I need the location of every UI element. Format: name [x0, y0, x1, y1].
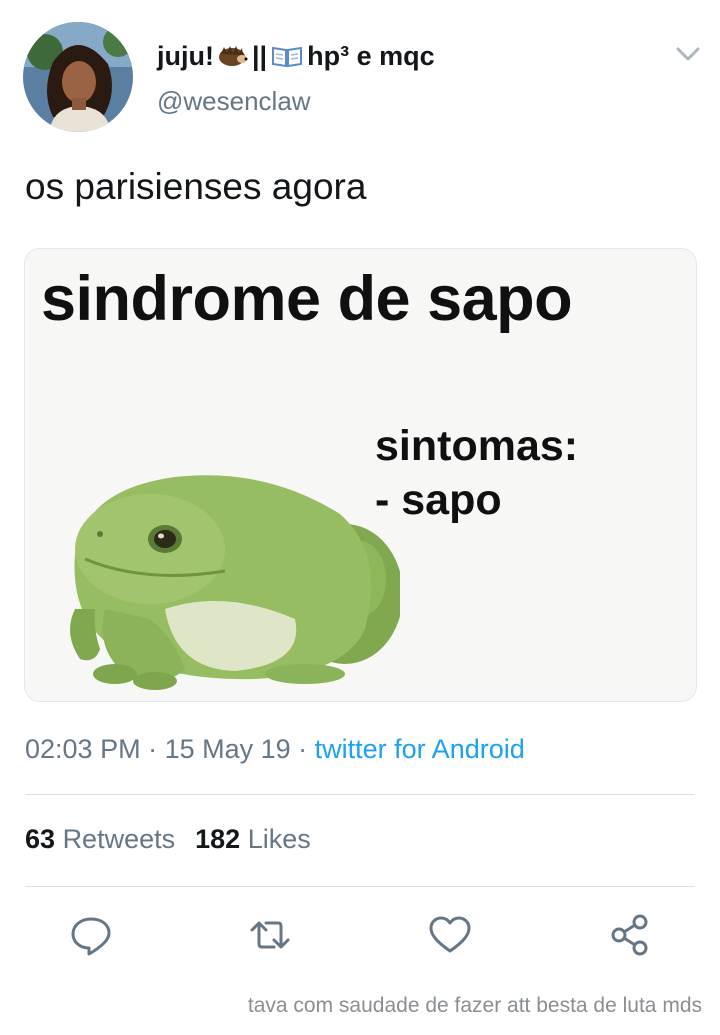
tweet-text: os parisienses agora: [25, 166, 367, 207]
frog-illustration: [55, 459, 403, 699]
tweet-image[interactable]: sindrome de sapo sintomas: - sapo: [24, 248, 697, 702]
display-name-part1: juju!: [157, 40, 214, 71]
likes-stat[interactable]: 182 Likes: [195, 824, 311, 854]
meme-symptoms: sintomas: - sapo: [375, 419, 578, 527]
retweets-stat[interactable]: 63 Retweets: [25, 824, 175, 854]
tweet-date: 15 May 19: [164, 734, 291, 764]
action-bar: [0, 912, 720, 960]
tweet-stats: 63 Retweets 182 Likes: [25, 824, 311, 855]
retweet-icon[interactable]: [247, 912, 293, 958]
tweet-time: 02:03 PM: [25, 734, 141, 764]
user-handle[interactable]: @wesenclaw: [157, 86, 311, 117]
share-icon[interactable]: [607, 912, 653, 958]
tweet-source-link[interactable]: twitter for Android: [315, 734, 525, 764]
meme-title: sindrome de sapo: [41, 264, 573, 334]
meta-separator: ·: [140, 734, 165, 764]
likes-label: Likes: [247, 824, 311, 854]
avatar[interactable]: [23, 22, 133, 132]
divider: [25, 886, 695, 887]
bottom-caption: tava com saudade de fazer att besta de l…: [247, 994, 702, 1017]
retweets-label: Retweets: [62, 824, 176, 854]
chevron-down-icon[interactable]: [672, 38, 704, 70]
open-book-icon: [271, 44, 303, 68]
tweet-meta: 02:03 PM · 15 May 19 · twitter for Andro…: [25, 734, 525, 765]
hedgehog-icon: [218, 45, 248, 67]
retweets-count: 63: [25, 824, 56, 854]
like-icon[interactable]: [427, 912, 473, 958]
meme-symptoms-item: - sapo: [375, 476, 502, 524]
meta-separator: ·: [290, 734, 315, 764]
display-name-sep: ||: [251, 40, 268, 71]
likes-count: 182: [195, 824, 241, 854]
reply-icon[interactable]: [68, 912, 114, 958]
divider: [25, 794, 695, 795]
meme-symptoms-label: sintomas:: [375, 422, 579, 470]
display-name-part2: hp³ e mqc: [307, 40, 435, 71]
display-name[interactable]: juju! || hp³ e mqc: [157, 38, 435, 74]
